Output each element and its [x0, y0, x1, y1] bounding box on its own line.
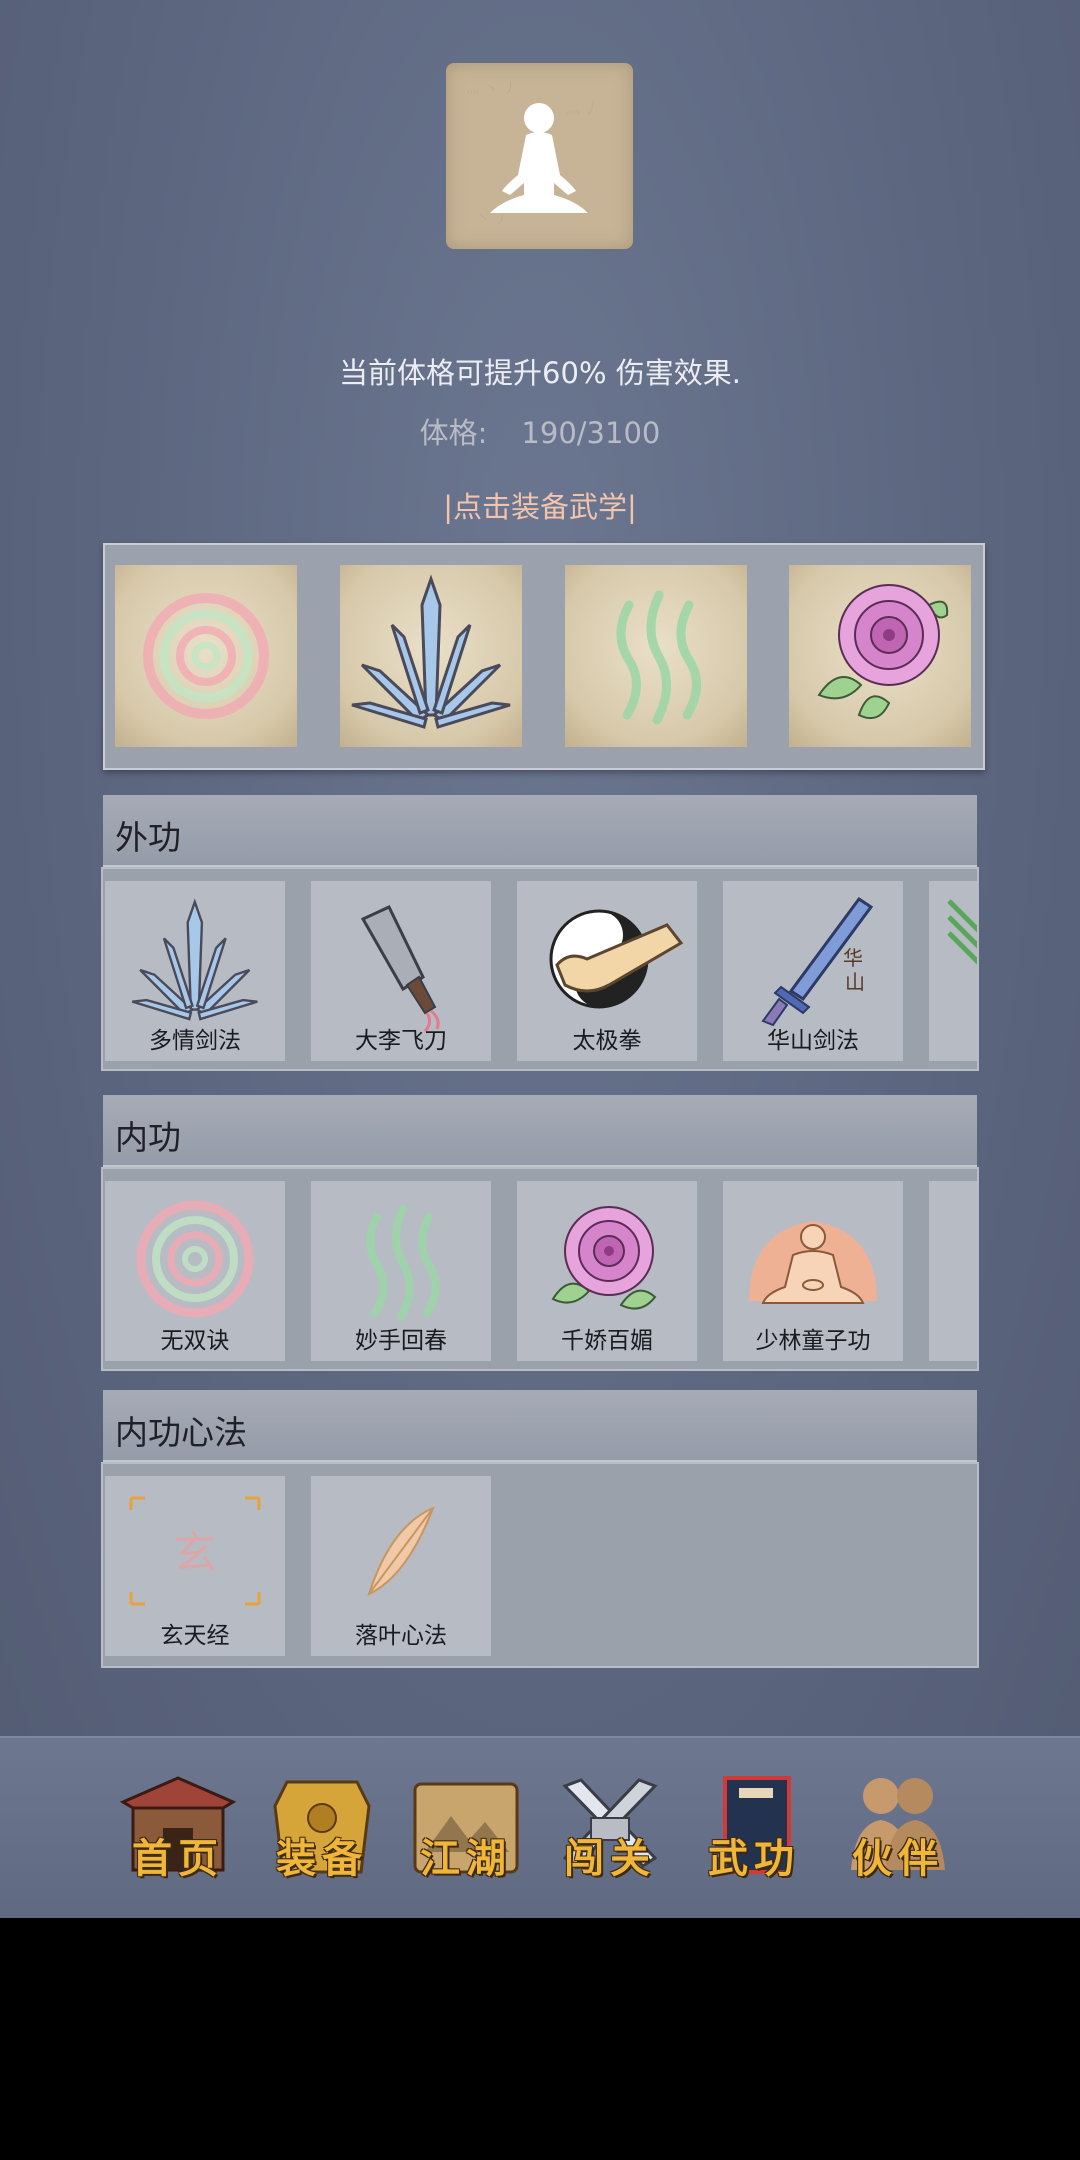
skill-name: 无双诀: [160, 1328, 230, 1354]
spiral-icon: [143, 593, 269, 719]
skill-item-partial[interactable]: [929, 1181, 977, 1361]
section-header-inner: 内功: [103, 1095, 977, 1167]
skills-screen: ⺣ 丶 丿⺣ 丿 丶 丿⺣ 当前体格可提升60% 伤害效果. 体格:190/31…: [0, 0, 1080, 1918]
skill-item-qianjiao[interactable]: 千娇百媚: [517, 1181, 697, 1361]
inner-skills-list: 无双诀 妙手回春 千娇百媚 少林童子功: [101, 1167, 979, 1371]
nav-label: 闯关: [564, 1835, 656, 1882]
skill-item-wushuang[interactable]: 无双诀: [105, 1181, 285, 1361]
nav-home[interactable]: 首页: [113, 1762, 243, 1892]
skill-name: 华山剑法: [767, 1028, 859, 1054]
skill-item-xuantian[interactable]: 玄 玄天经: [105, 1476, 285, 1656]
equip-hint-link[interactable]: |点击装备武学|: [0, 484, 1080, 526]
skill-item-duoqing[interactable]: 多情剑法: [105, 881, 285, 1061]
peony-icon: [817, 584, 949, 719]
svg-text:丶 丿: 丶 丿: [476, 211, 508, 227]
skill-name: 太极拳: [572, 1028, 642, 1054]
svg-text:⺣ 丿: ⺣ 丿: [566, 101, 598, 117]
skill-item-taiji[interactable]: 太极拳: [517, 881, 697, 1061]
svg-text:⺣ 丶 丿: ⺣ 丶 丿: [466, 81, 517, 97]
outer-skills-list: 多情剑法 大李飞刀 太极拳 华 山 华山剑法: [101, 867, 979, 1071]
svg-text:玄: 玄: [173, 1528, 217, 1579]
section-header-heart: 内功心法: [103, 1390, 977, 1462]
meditation-figure-icon: ⺣ 丶 丿⺣ 丿 丶 丿⺣: [466, 81, 598, 227]
nav-label: 伙伴: [852, 1835, 944, 1882]
skill-item-miaoshou[interactable]: 妙手回春: [311, 1181, 491, 1361]
physique-value: 190/3100: [521, 416, 661, 450]
equipped-panel: [103, 543, 985, 770]
description-text: 当前体格可提升60% 伤害效果.: [339, 356, 741, 390]
green-blades-icon: [947, 899, 977, 965]
skill-name: 千娇百媚: [561, 1328, 653, 1354]
sword-fan-icon: [351, 574, 511, 729]
skill-item-shaolin[interactable]: 少林童子功: [723, 1181, 903, 1361]
skill-name: 落叶心法: [355, 1623, 447, 1649]
nav-label: 江湖: [420, 1835, 512, 1882]
skill-name: 多情剑法: [149, 1028, 241, 1054]
section-title: 内功: [115, 1118, 181, 1157]
meditation-portrait[interactable]: ⺣ 丶 丿⺣ 丿 丶 丿⺣: [446, 63, 633, 249]
skill-name: 妙手回春: [355, 1328, 447, 1354]
nav-label: 武功: [708, 1835, 800, 1882]
heart-skills-list: 玄 玄天经 落叶心法: [101, 1462, 979, 1668]
nav-equipment[interactable]: 装备: [257, 1762, 387, 1892]
nav-martial-arts[interactable]: 武功: [689, 1762, 819, 1892]
equipped-slot-4[interactable]: [789, 565, 971, 747]
nav-jianghu[interactable]: 江湖: [401, 1762, 531, 1892]
nav-label: 首页: [132, 1835, 224, 1882]
svg-text:山: 山: [845, 970, 865, 994]
section-title: 内功心法: [115, 1413, 247, 1452]
bottom-nav: 首页 装备 江湖 闯关 武功 伙伴: [0, 1736, 1080, 1918]
section-header-outer: 外功: [103, 795, 977, 867]
skill-item-partial[interactable]: [929, 881, 977, 1061]
skill-item-huashan[interactable]: 华 山 华山剑法: [723, 881, 903, 1061]
equipped-slot-1[interactable]: [115, 565, 297, 747]
skill-item-luoye[interactable]: 落叶心法: [311, 1476, 491, 1656]
skill-name: 玄天经: [160, 1623, 230, 1649]
nav-challenge[interactable]: 闯关: [545, 1762, 675, 1892]
skill-name: 少林童子功: [755, 1328, 871, 1354]
equipped-slot-3[interactable]: [565, 565, 747, 747]
physique-label: 体格:: [419, 416, 488, 450]
skill-name: 大李飞刀: [355, 1028, 447, 1054]
physique-stat: 体格: 190/3100: [0, 410, 1080, 452]
nav-label: 装备: [276, 1835, 368, 1882]
nav-partners[interactable]: 伙伴: [833, 1762, 963, 1892]
svg-text:华: 华: [843, 946, 863, 970]
equipped-slot-2[interactable]: [340, 565, 522, 747]
green-wisps-icon: [616, 590, 701, 725]
skill-item-feidao[interactable]: 大李飞刀: [311, 881, 491, 1061]
section-title: 外功: [115, 818, 181, 857]
